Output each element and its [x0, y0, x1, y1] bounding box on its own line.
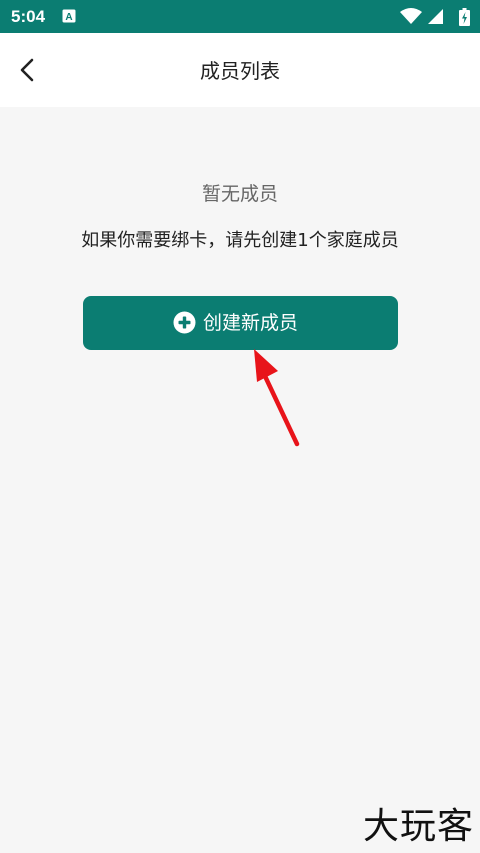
- status-time: 5:04: [11, 7, 46, 26]
- status-bar: 5:04 A: [0, 0, 480, 33]
- app-notification-icon: A: [62, 9, 76, 23]
- svg-text:A: A: [65, 12, 72, 23]
- watermark-logo: 大玩客: [362, 806, 474, 847]
- empty-state-title: 暂无成员: [201, 183, 278, 205]
- create-member-button-label: 创建新成员: [203, 312, 299, 334]
- battery-charging-icon: [459, 8, 470, 26]
- red-arrow-annotation: [254, 349, 300, 447]
- plus-circle-icon: [173, 311, 196, 334]
- page-title: 成员列表: [200, 59, 280, 83]
- app-header: 成员列表: [0, 33, 480, 107]
- cell-signal-icon: [428, 9, 443, 24]
- wifi-icon: [400, 8, 422, 24]
- empty-state-hint: 如果你需要绑卡，请先创建1个家庭成员: [81, 230, 399, 251]
